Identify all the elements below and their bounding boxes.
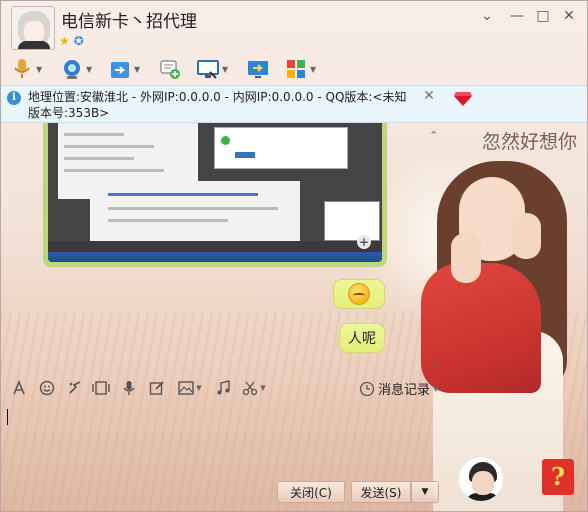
shake-icon[interactable] (65, 378, 85, 398)
info-bar: i 地理位置:安徽淮北 - 外网IP:0.0.0.0 - 内网IP:0.0.0.… (1, 85, 587, 123)
new-message-button[interactable] (157, 55, 183, 83)
voice-icon (9, 56, 35, 82)
self-avatar[interactable] (457, 455, 505, 503)
message-history-button[interactable]: 消息记录 ▼ (359, 379, 438, 398)
voice-call-button[interactable]: ▼ (9, 55, 42, 83)
contact-avatar[interactable] (11, 6, 55, 50)
chat-window: 忽然好想你 电信新卡丶招代理 ★ ✪ ⌄ — □ ✕ ▼ ▼ ▼ ▼ ▼ i 地… (0, 0, 588, 512)
emoji-message-bubble[interactable] (333, 279, 385, 309)
maximize-button[interactable]: □ (533, 7, 553, 25)
screenshot-button[interactable]: ▼ (239, 378, 269, 398)
minimize-button[interactable]: — (507, 7, 527, 25)
main-toolbar: ▼ ▼ ▼ ▼ ▼ (1, 53, 587, 85)
star-icon[interactable]: ★ (59, 34, 70, 48)
image-message-bubble[interactable]: + (43, 123, 387, 267)
font-icon[interactable] (9, 378, 29, 398)
screenshot-image[interactable] (48, 123, 382, 262)
history-label: 消息记录 (378, 383, 431, 398)
gif-icon[interactable] (91, 378, 111, 398)
title-bar: 电信新卡丶招代理 ★ ✪ ⌄ — □ ✕ (1, 1, 587, 57)
screen-share-button[interactable] (245, 55, 271, 83)
send-button[interactable]: 发送(S) (351, 481, 411, 503)
status-icons: ★ ✪ (59, 34, 84, 48)
sweat-emoji-icon (348, 283, 370, 305)
info-icon: i (7, 91, 21, 105)
close-window-button[interactable]: ✕ (559, 7, 579, 25)
qzone-icon[interactable]: ✪ (74, 34, 84, 48)
music-icon[interactable] (213, 378, 233, 398)
message-text: 人呢 (348, 331, 376, 347)
text-message-bubble[interactable]: 人呢 (339, 323, 385, 353)
close-button[interactable]: 关闭(C) (277, 481, 345, 503)
input-toolbar: ▼ ▼ 消息记录 ▼ (1, 373, 587, 403)
remote-desktop-button[interactable]: ▼ (195, 55, 228, 83)
help-icon[interactable]: ? (542, 459, 574, 495)
message-add-icon (157, 56, 183, 82)
scissors-icon (243, 381, 258, 396)
file-transfer-button[interactable]: ▼ (107, 55, 140, 83)
image-button[interactable]: ▼ (175, 378, 205, 398)
message-area[interactable]: ⌃ + 人呢 ⌄ (1, 123, 587, 373)
file-transfer-icon (107, 56, 133, 82)
apps-icon (283, 56, 309, 82)
edit-icon[interactable] (147, 378, 167, 398)
emoji-icon[interactable] (37, 378, 57, 398)
send-options-dropdown[interactable]: ▼ (411, 481, 439, 503)
text-caret (7, 409, 8, 425)
video-icon (59, 56, 85, 82)
screen-share-icon (245, 56, 271, 82)
info-close-button[interactable]: ✕ (422, 89, 436, 103)
menu-icon[interactable]: ⌄ (477, 7, 497, 25)
scroll-down-icon[interactable]: ⌄ (429, 357, 438, 370)
remote-desktop-icon (195, 56, 221, 82)
video-call-button[interactable]: ▼ (59, 55, 92, 83)
voice-message-icon[interactable] (119, 378, 139, 398)
info-text: 地理位置:安徽淮北 - 外网IP:0.0.0.0 - 内网IP:0.0.0.0 … (28, 90, 407, 120)
scroll-up-icon[interactable]: ⌃ (429, 129, 438, 142)
expand-image-icon[interactable]: + (357, 235, 371, 249)
image-icon (178, 381, 194, 395)
apps-button[interactable]: ▼ (283, 55, 316, 83)
vip-gem-icon[interactable] (453, 91, 473, 110)
clock-icon (359, 381, 375, 396)
contact-name: 电信新卡丶招代理 (61, 12, 197, 32)
